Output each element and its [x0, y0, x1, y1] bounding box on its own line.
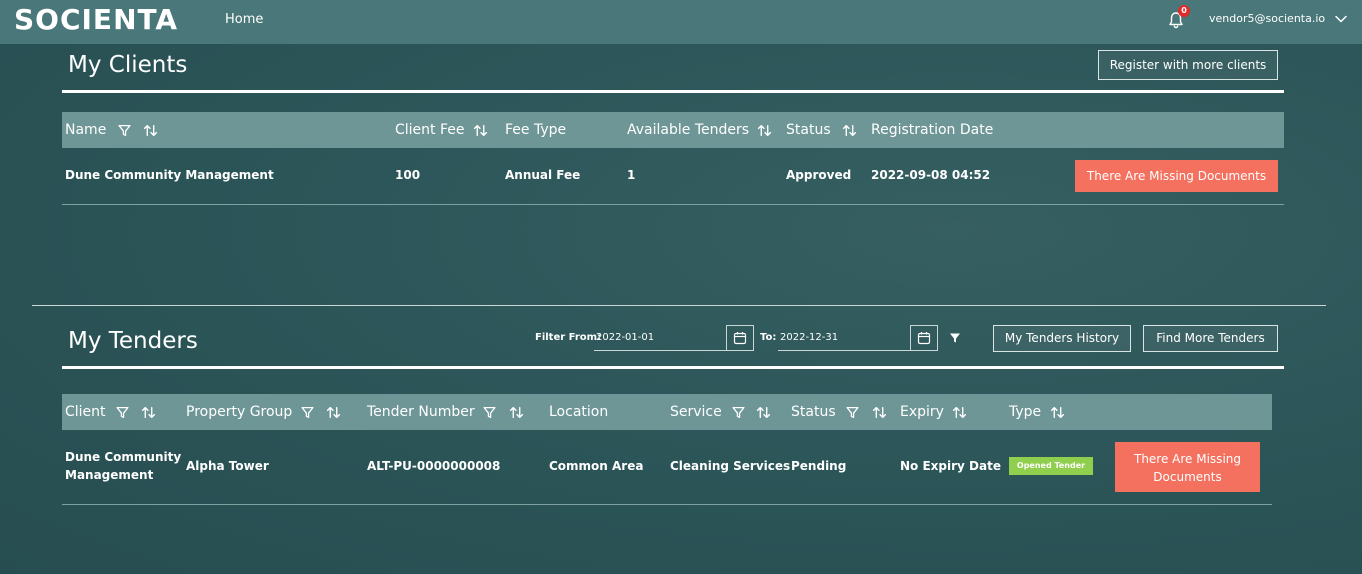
- client-status: Approved: [786, 168, 852, 182]
- tender-location: Common Area: [549, 459, 644, 473]
- clients-title-rule: [62, 90, 1284, 93]
- top-navbar: SOCIENTA Home 0 vendor5@socienta.io: [0, 0, 1362, 44]
- tenders-col-service[interactable]: Service: [670, 394, 771, 430]
- filter-from-label: Filter From:: [535, 332, 602, 343]
- sort-icon[interactable]: [141, 406, 156, 419]
- filter-from-calendar-button[interactable]: [726, 325, 754, 351]
- tender-property-group: Alpha Tower: [186, 459, 269, 473]
- tender-missing-documents-button[interactable]: There Are Missing Documents: [1115, 442, 1260, 492]
- client-fee: 100: [395, 168, 421, 182]
- filter-icon[interactable]: [118, 124, 131, 137]
- filter-from-date-input[interactable]: [594, 325, 726, 351]
- tenders-title-rule: [62, 366, 1284, 369]
- tender-service: Cleaning Services: [670, 459, 791, 473]
- client-name: Dune Community Management: [65, 168, 274, 182]
- calendar-icon: [733, 332, 747, 345]
- client-registration-date: 2022-09-08 04:52: [871, 168, 991, 182]
- tenders-col-expiry-label: Expiry: [900, 404, 944, 420]
- tenders-col-property-group[interactable]: Property Group: [186, 394, 341, 430]
- filter-to-calendar-button[interactable]: [910, 325, 938, 351]
- tenders-table-header: Client Property Group Tender Number Loca…: [62, 394, 1272, 430]
- chevron-down-icon[interactable]: [1334, 12, 1348, 26]
- calendar-icon: [917, 332, 931, 345]
- tender-expiry: No Expiry Date: [900, 459, 1001, 473]
- tenders-col-tender-number[interactable]: Tender Number: [367, 394, 524, 430]
- tender-type-badge: Opened Tender: [1009, 457, 1093, 475]
- clients-row-separator: [62, 204, 1284, 205]
- register-more-clients-button[interactable]: Register with more clients: [1098, 50, 1278, 80]
- sort-icon[interactable]: [509, 406, 524, 419]
- clients-col-client-fee[interactable]: Client Fee: [395, 112, 488, 148]
- tenders-col-expiry[interactable]: Expiry: [900, 394, 967, 430]
- tender-number: ALT-PU-0000000008: [367, 459, 501, 473]
- clients-col-registration-date: Registration Date: [871, 122, 994, 138]
- sort-icon[interactable]: [842, 124, 857, 137]
- client-available-tenders: 1: [627, 168, 636, 182]
- filter-icon[interactable]: [846, 406, 859, 419]
- tenders-col-tender-number-label: Tender Number: [367, 404, 475, 420]
- filter-icon[interactable]: [483, 406, 496, 419]
- tenders-col-service-label: Service: [670, 404, 722, 420]
- clients-col-available-tenders[interactable]: Available Tenders: [627, 112, 772, 148]
- my-tenders-title: My Tenders: [68, 328, 198, 354]
- my-clients-title: My Clients: [68, 52, 188, 78]
- filter-to-date-input[interactable]: [778, 325, 910, 351]
- clients-table-header: Name Client Fee Fee Type Available Tende…: [62, 112, 1284, 148]
- sort-icon[interactable]: [756, 406, 771, 419]
- socienta-logo[interactable]: SOCIENTA: [14, 2, 178, 38]
- sort-icon[interactable]: [326, 406, 341, 419]
- sort-icon[interactable]: [952, 406, 967, 419]
- sort-icon[interactable]: [1050, 406, 1065, 419]
- find-more-tenders-button[interactable]: Find More Tenders: [1143, 325, 1278, 352]
- sort-icon[interactable]: [757, 124, 772, 137]
- filter-to-label: To:: [760, 332, 777, 343]
- tenders-col-client[interactable]: Client: [65, 394, 156, 430]
- notification-count-badge: 0: [1178, 5, 1190, 17]
- clients-col-fee-type: Fee Type: [505, 122, 567, 138]
- filter-icon[interactable]: [301, 406, 314, 419]
- clients-col-client-fee-label: Client Fee: [395, 122, 465, 138]
- sort-icon[interactable]: [872, 406, 887, 419]
- sort-icon[interactable]: [143, 124, 158, 137]
- tenders-col-client-label: Client: [65, 404, 106, 420]
- section-divider: [32, 305, 1326, 306]
- tender-client-line2: Management: [65, 468, 154, 482]
- tender-missing-documents-line2: Documents: [1153, 470, 1222, 484]
- clients-col-status-label: Status: [786, 122, 831, 138]
- tender-status: Pending: [791, 459, 847, 473]
- apply-filter-icon[interactable]: [949, 332, 961, 344]
- tenders-col-status[interactable]: Status: [791, 394, 887, 430]
- missing-documents-button[interactable]: There Are Missing Documents: [1075, 160, 1278, 192]
- tenders-col-type-label: Type: [1009, 404, 1042, 420]
- client-fee-type: Annual Fee: [505, 168, 581, 182]
- clients-col-name[interactable]: Name: [65, 112, 158, 148]
- tender-missing-documents-line1: There Are Missing: [1133, 452, 1241, 466]
- my-tenders-history-button[interactable]: My Tenders History: [993, 325, 1131, 352]
- filter-icon[interactable]: [732, 406, 745, 419]
- clients-col-name-label: Name: [65, 122, 107, 138]
- tenders-col-type[interactable]: Type: [1009, 394, 1065, 430]
- tenders-col-location: Location: [549, 404, 609, 420]
- tenders-col-property-group-label: Property Group: [186, 404, 293, 420]
- filter-icon[interactable]: [116, 406, 129, 419]
- tender-client-line1: Dune Community: [65, 450, 182, 464]
- user-email[interactable]: vendor5@socienta.io: [1209, 12, 1325, 25]
- clients-col-status[interactable]: Status: [786, 112, 857, 148]
- tenders-row-separator: [62, 504, 1272, 505]
- sort-icon[interactable]: [473, 124, 488, 137]
- clients-col-available-tenders-label: Available Tenders: [627, 122, 750, 138]
- nav-home-link[interactable]: Home: [225, 12, 263, 27]
- tenders-col-status-label: Status: [791, 404, 836, 420]
